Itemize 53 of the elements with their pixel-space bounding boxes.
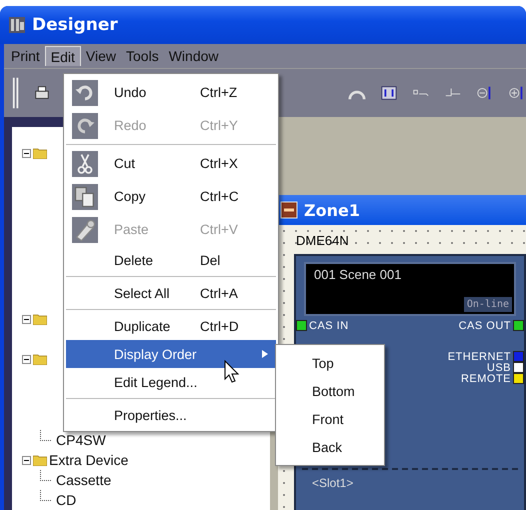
status-label: On-line <box>464 297 512 312</box>
copy-icon <box>72 184 98 210</box>
collapse-icon[interactable] <box>22 456 31 464</box>
port-indicator[interactable] <box>513 373 524 384</box>
tree-branch-line <box>40 430 52 441</box>
app-icon <box>8 16 26 34</box>
collapse-icon[interactable] <box>22 148 31 158</box>
tree-item[interactable]: Cassette <box>56 472 112 488</box>
folder-icon <box>33 314 47 324</box>
menu-item[interactable]: Print <box>6 46 45 66</box>
menu-item[interactable]: Properties... <box>66 401 276 429</box>
tree-item[interactable]: Extra Device <box>49 452 128 468</box>
menu-item[interactable]: View <box>80 46 122 66</box>
redo-icon <box>72 112 98 138</box>
zone-icon <box>280 201 298 219</box>
menu-item[interactable]: Display Order <box>66 340 276 368</box>
port-label: CAS OUT <box>458 320 511 330</box>
menu-item[interactable]: Select All Ctrl+A <box>66 279 276 307</box>
undo-icon <box>72 80 98 106</box>
slot-area[interactable]: <Slot1> <box>302 468 518 510</box>
tree-item[interactable]: CP4SW <box>56 432 106 448</box>
menu-item[interactable]: Edit <box>44 46 81 66</box>
bracket-icon[interactable] <box>380 84 398 102</box>
tree-item[interactable]: CD <box>56 492 76 508</box>
menu-item[interactable]: Tools <box>121 46 164 66</box>
toolbar-grip[interactable] <box>12 76 20 110</box>
menu-item[interactable]: Window <box>164 46 224 66</box>
folder-icon <box>33 354 47 364</box>
port-label: CAS IN <box>309 320 349 330</box>
tree-branch-line <box>40 490 52 501</box>
zone-window-title: Zone1 <box>304 200 360 220</box>
cut-icon <box>72 150 98 176</box>
menu-item[interactable]: Duplicate Ctrl+D <box>66 312 276 340</box>
menu-item[interactable]: Edit Legend... <box>66 368 276 396</box>
collapse-icon[interactable] <box>22 354 31 364</box>
tree-branch-line <box>40 470 52 481</box>
menu-item[interactable]: Copy Ctrl+C <box>66 180 276 213</box>
mouse-cursor-icon <box>224 360 240 384</box>
port-label: REMOTE <box>460 374 511 384</box>
folder-icon <box>33 454 47 466</box>
menu-item[interactable]: Cut Ctrl+X <box>66 147 276 180</box>
port-label: ETHERNET <box>448 352 511 362</box>
port-indicator[interactable] <box>296 320 307 331</box>
port-indicator[interactable] <box>513 362 524 373</box>
folder-icon <box>33 148 47 158</box>
scene-label: 001 Scene 001 <box>313 266 402 284</box>
window-title: Designer <box>32 15 118 35</box>
menu-item[interactable]: Delete Del <box>66 246 276 274</box>
printer-icon[interactable] <box>33 84 52 102</box>
collapse-icon[interactable] <box>22 314 31 324</box>
port-indicator[interactable] <box>513 320 524 331</box>
port-label: USB <box>486 362 511 372</box>
device-name: DME64N <box>296 233 350 248</box>
